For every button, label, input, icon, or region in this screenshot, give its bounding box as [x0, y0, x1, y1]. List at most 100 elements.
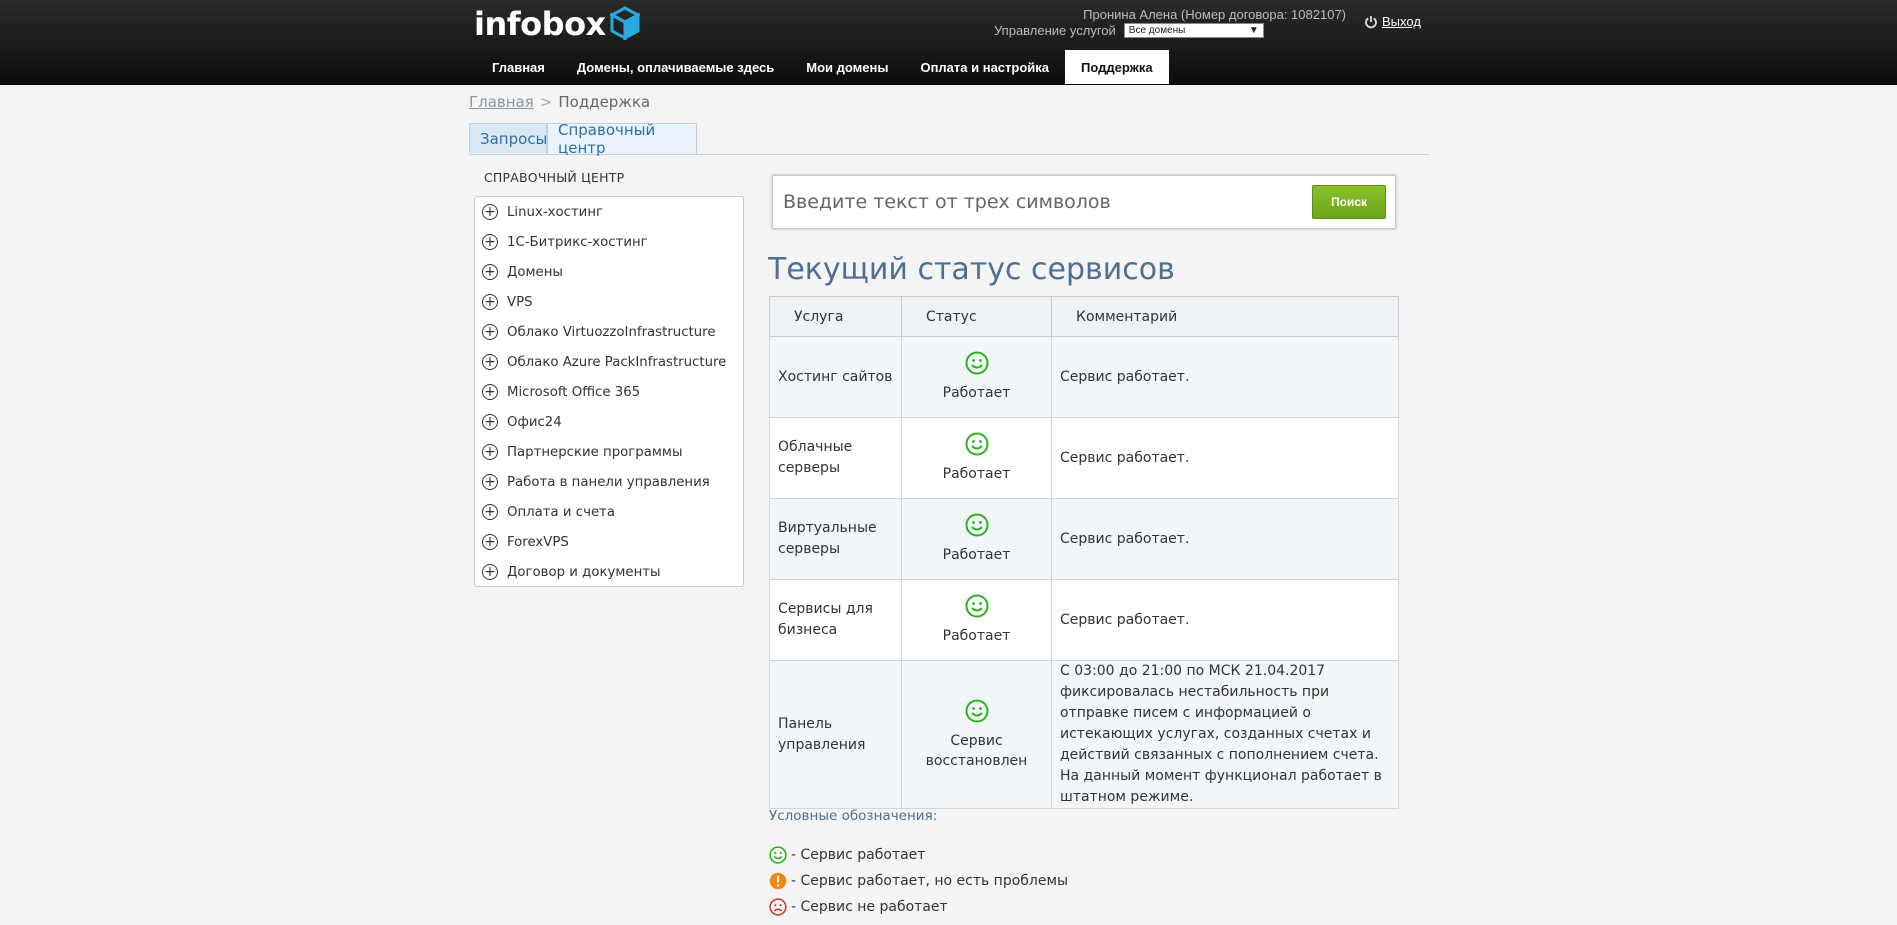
sidebar-item-vps[interactable]: + VPS [475, 287, 743, 317]
plus-circle-icon: + [482, 264, 498, 280]
service-status: Работает [901, 498, 1052, 580]
search-button[interactable]: Поиск [1312, 185, 1386, 219]
plus-circle-icon: + [482, 324, 498, 340]
service-status-label: Работает [942, 466, 1011, 482]
smile-icon [965, 513, 988, 537]
sidebar-item-label: Домены [507, 264, 563, 280]
header-comment: Комментарий [1051, 296, 1399, 337]
plus-circle-icon: + [482, 474, 498, 490]
tab-requests[interactable]: Запросы [469, 123, 547, 153]
tab-help-center[interactable]: Справочный центр [547, 121, 697, 157]
plus-circle-icon: + [482, 234, 498, 250]
service-name: Хостинг сайтов [769, 336, 902, 418]
sad-icon [769, 898, 787, 916]
domain-select[interactable]: Все домены ▼ [1123, 23, 1264, 38]
sidebar-item-label: Linux-хостинг [507, 204, 604, 220]
sidebar-item-virtuozzo[interactable]: + Облако VirtuozzoInfrastructure [475, 317, 743, 347]
sidebar-item-label: Microsoft Office 365 [507, 384, 641, 400]
logout-link[interactable]: Выход [1364, 14, 1421, 29]
sidebar-item-linux-hosting[interactable]: + Linux-хостинг [475, 197, 743, 227]
sidebar-item-label: Облако VirtuozzoInfrastructure [507, 324, 716, 340]
user-info: Пронина Алена (Номер договора: 1082107) [1083, 7, 1346, 22]
sidebar-item-label: Работа в панели управления [507, 474, 710, 490]
sidebar-item-bitrix-hosting[interactable]: +1С-Битрикс-хостинг [475, 227, 743, 257]
table-row: Сервисы для бизнеса Работает Сервис рабо… [769, 579, 1399, 661]
sidebar-item-forexvps[interactable]: + ForexVPS [475, 527, 743, 557]
legend-label: - Сервис не работает [791, 899, 948, 915]
sidebar-item-billing[interactable]: + Оплата и счета [475, 497, 743, 527]
table-header-row: Услуга Статус Комментарий [769, 296, 1399, 337]
main-nav: Главная Домены, оплачиваемые здесь Мои д… [476, 50, 1169, 84]
legend-label: - Сервис работает [791, 847, 926, 863]
status-title: Текущий статус сервисов [768, 252, 1175, 287]
power-icon [1365, 15, 1377, 28]
nav-support[interactable]: Поддержка [1065, 50, 1169, 84]
service-status-label: Работает [942, 628, 1011, 644]
sidebar-item-label: 1С-Битрикс-хостинг [507, 234, 648, 250]
support-tabs: Запросы Справочный центр [469, 121, 1429, 157]
service-name: Панель управления [769, 660, 902, 809]
breadcrumb: Главная > Поддержка [469, 93, 650, 111]
nav-my-domains[interactable]: Мои домены [790, 50, 904, 84]
plus-circle-icon: + [482, 204, 498, 220]
search-box: Поиск [772, 175, 1396, 229]
sidebar-item-contracts[interactable]: + Договор и документы [475, 557, 743, 587]
smile-icon [965, 432, 988, 456]
plus-circle-icon: + [482, 414, 498, 430]
sidebar-title: СПРАВОЧНЫЙ ЦЕНТР [484, 170, 625, 185]
sidebar-item-control-panel[interactable]: + Работа в панели управления [475, 467, 743, 497]
service-status-label: Сервис восстановлен [925, 732, 1028, 769]
service-status: Сервис восстановлен [901, 660, 1052, 809]
plus-circle-icon: + [482, 534, 498, 550]
breadcrumb-separator: > [539, 93, 553, 111]
smile-icon [965, 699, 988, 722]
nav-paid-domains[interactable]: Домены, оплачиваемые здесь [561, 50, 790, 84]
service-status: Работает [901, 417, 1052, 499]
sidebar-item-partners[interactable]: + Партнерские программы [475, 437, 743, 467]
table-row: Панель управления Сервис восстановлен С … [769, 660, 1399, 809]
service-selector-label: Управление услугой [994, 23, 1116, 38]
sidebar-item-domains[interactable]: + Домены [475, 257, 743, 287]
infobox-logo[interactable]: infobox [474, 4, 640, 44]
plus-circle-icon: + [482, 504, 498, 520]
plus-circle-icon: + [482, 354, 498, 370]
search-input[interactable] [779, 180, 1307, 224]
help-categories: + Linux-хостинг +1С-Битрикс-хостинг + Доме… [474, 196, 744, 587]
logo-text: infobox [474, 5, 606, 43]
sidebar-item-label: Оплата и счета [507, 504, 616, 520]
nav-home[interactable]: Главная [476, 50, 561, 84]
plus-circle-icon: + [482, 564, 498, 580]
domain-select-value: Все домены [1128, 25, 1186, 36]
sidebar-item-label: ForexVPS [507, 534, 569, 550]
smile-icon [965, 594, 988, 618]
service-comment: Сервис работает. [1051, 417, 1399, 499]
service-status-label: Работает [942, 547, 1011, 563]
sidebar-item-office365[interactable]: + Microsoft Office 365 [475, 377, 743, 407]
breadcrumb-home-link[interactable]: Главная [469, 93, 534, 111]
sidebar-item-office24[interactable]: + Офис24 [475, 407, 743, 437]
plus-circle-icon: + [482, 444, 498, 460]
header-status: Статус [901, 296, 1052, 337]
legend-item-ok: - Сервис работает [769, 842, 1068, 868]
service-status: Работает [901, 336, 1052, 418]
service-status: Работает [901, 579, 1052, 661]
service-status-label: Работает [942, 385, 1011, 401]
status-table: Услуга Статус Комментарий Хостинг сайтов… [769, 296, 1399, 809]
legend: - Сервис работает - Сервис работает, но … [769, 842, 1068, 920]
sidebar-item-label: Офис24 [507, 414, 562, 430]
table-row: Виртуальные серверы Работает Сервис рабо… [769, 498, 1399, 580]
sidebar-item-label: Облако Azure PackInfrastructure [507, 354, 727, 370]
warning-icon [769, 872, 787, 890]
sidebar-item-label: Партнерские программы [507, 444, 683, 460]
sidebar-item-label: Договор и документы [507, 564, 661, 580]
nav-billing[interactable]: Оплата и настройка [904, 50, 1065, 84]
breadcrumb-current: Поддержка [558, 93, 651, 111]
plus-circle-icon: + [482, 384, 498, 400]
sidebar-item-azure-pack[interactable]: + Облако Azure PackInfrastructure [475, 347, 743, 377]
legend-item-warning: - Сервис работает, но есть проблемы [769, 868, 1068, 894]
legend-label: - Сервис работает, но есть проблемы [791, 873, 1069, 889]
smile-icon [965, 351, 988, 375]
smile-icon [769, 846, 787, 864]
service-name: Облачные серверы [769, 417, 902, 499]
sidebar-item-label: VPS [507, 294, 533, 310]
